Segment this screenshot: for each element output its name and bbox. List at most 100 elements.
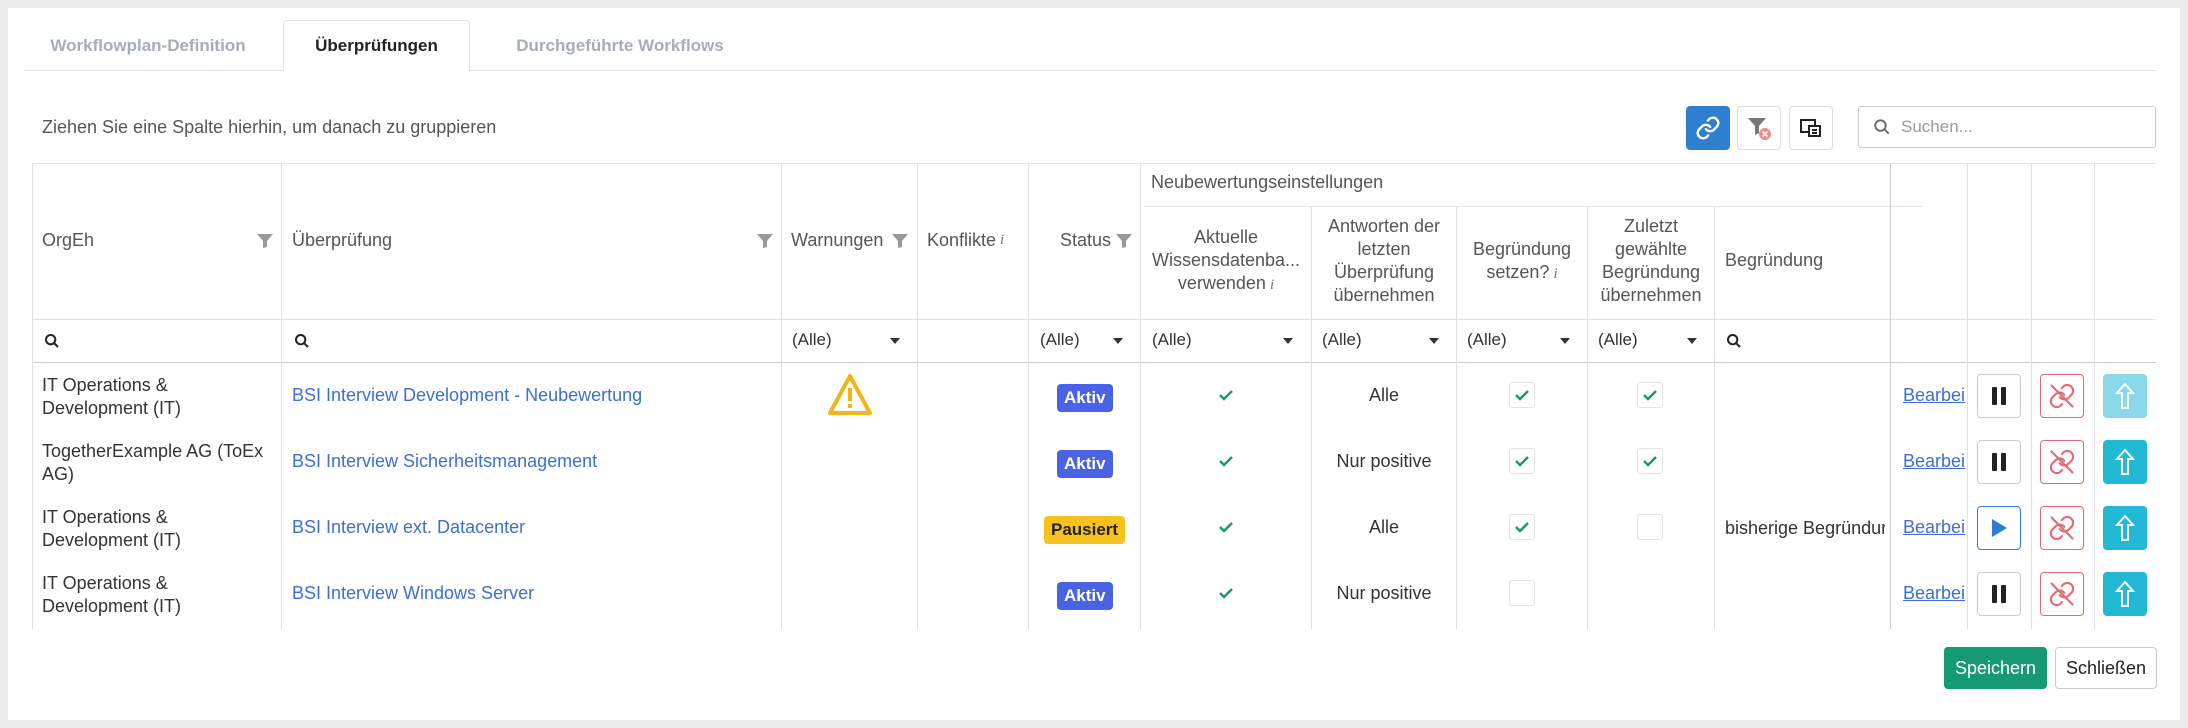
link-button[interactable] xyxy=(1686,106,1730,150)
column-header-status[interactable]: Status xyxy=(1060,230,1111,251)
check-icon xyxy=(1219,390,1233,401)
filter-icon[interactable] xyxy=(757,234,773,248)
play-button[interactable] xyxy=(1977,506,2021,550)
unlink-icon xyxy=(2049,581,2075,607)
check-icon xyxy=(1515,456,1529,467)
filter-input-ueberpruefung[interactable] xyxy=(312,324,772,358)
column-group-neubewertungseinstellungen: Neubewertungseinstellungen xyxy=(1151,172,1384,192)
search-input[interactable] xyxy=(1901,117,2141,137)
filter-select-antworten[interactable]: (Alle) xyxy=(1322,330,1362,350)
status-badge: Aktiv xyxy=(1057,384,1113,412)
filter-icon[interactable] xyxy=(1116,234,1132,248)
checkbox-aktuelle xyxy=(1213,448,1239,474)
search-icon xyxy=(45,334,59,348)
unlink-button[interactable] xyxy=(2040,572,2084,616)
antworten-cell: Alle xyxy=(1368,385,1399,405)
promote-button[interactable] xyxy=(2103,440,2147,484)
info-icon: i xyxy=(1553,266,1558,282)
close-button[interactable]: Schließen xyxy=(2055,647,2157,689)
promote-button[interactable] xyxy=(2103,506,2147,550)
promote-button[interactable] xyxy=(2103,374,2147,418)
column-header-aktuelle[interactable]: Aktuelle Wissensdatenba... verwenden i xyxy=(1141,226,1311,297)
clear-filter-button[interactable] xyxy=(1737,106,1781,150)
checkbox-begruendung-setzen[interactable] xyxy=(1509,580,1535,606)
chevron-down-icon xyxy=(1113,338,1123,344)
checkbox-begruendung-setzen[interactable] xyxy=(1509,382,1535,408)
column-header-zuletzt-gewaehlte[interactable]: Zuletzt gewählte Begründung übernehmen xyxy=(1588,215,1714,307)
pruefung-link[interactable]: BSI Interview ext. Datacenter xyxy=(292,517,525,538)
filter-input-orgeh[interactable] xyxy=(62,324,272,358)
checkbox-aktuelle xyxy=(1213,514,1239,540)
column-header-begruendung[interactable]: Begründung xyxy=(1725,250,1823,271)
status-badge: Aktiv xyxy=(1057,582,1113,610)
unlink-button[interactable] xyxy=(2040,440,2084,484)
check-icon xyxy=(1643,390,1657,401)
column-header-konflikte[interactable]: Konflikte i xyxy=(927,230,1004,251)
unlink-button[interactable] xyxy=(2040,506,2084,550)
edit-link[interactable]: Bearbei xyxy=(1903,583,1966,604)
checkbox-begruendung-setzen[interactable] xyxy=(1509,514,1535,540)
tab-bar: Workflowplan-Definition Überprüfungen Du… xyxy=(24,12,2156,72)
unlink-button[interactable] xyxy=(2040,374,2084,418)
filter-icon[interactable] xyxy=(257,234,273,248)
orgeh-cell: IT Operations & Development (IT) xyxy=(42,507,182,550)
edit-link[interactable]: Bearbei xyxy=(1903,517,1966,538)
filter-select-warnungen[interactable]: (Alle) xyxy=(792,330,832,350)
pause-icon xyxy=(1992,453,2006,471)
filter-input-begruendung[interactable] xyxy=(1744,324,1884,358)
filter-select-begruendung-setzen[interactable]: (Alle) xyxy=(1467,330,1507,350)
arrow-up-icon xyxy=(2115,514,2135,541)
arrow-up-icon xyxy=(2115,580,2135,607)
pause-button[interactable] xyxy=(1977,572,2021,616)
status-badge: Aktiv xyxy=(1057,450,1113,478)
checkbox-zuletzt[interactable] xyxy=(1637,448,1663,474)
pruefung-link[interactable]: BSI Interview Development - Neubewertung xyxy=(292,385,642,406)
check-icon xyxy=(1219,522,1233,533)
tab-durchgefuehrte-workflows[interactable]: Durchgeführte Workflows xyxy=(480,20,760,72)
filter-select-aktuelle[interactable]: (Alle) xyxy=(1152,330,1192,350)
pruefung-link[interactable]: BSI Interview Windows Server xyxy=(292,583,534,604)
filter-select-zuletzt[interactable]: (Alle) xyxy=(1598,330,1638,350)
pause-icon xyxy=(1992,387,2006,405)
checkbox-zuletzt[interactable] xyxy=(1637,382,1663,408)
checkbox-zuletzt[interactable] xyxy=(1637,514,1663,540)
edit-link[interactable]: Bearbei xyxy=(1903,385,1966,406)
begruendung-cell: bisherige Begründung xyxy=(1725,518,1885,538)
column-header-ueberpruefung[interactable]: Überprüfung xyxy=(292,230,392,251)
check-icon xyxy=(1219,456,1233,467)
check-icon xyxy=(1219,588,1233,599)
chevron-down-icon xyxy=(890,338,900,344)
filter-select-status[interactable]: (Alle) xyxy=(1040,330,1080,350)
info-icon: i xyxy=(1269,277,1275,293)
pause-button[interactable] xyxy=(1977,440,2021,484)
play-icon xyxy=(1992,519,2007,537)
check-icon xyxy=(1515,390,1529,401)
tab-workflowplan-definition[interactable]: Workflowplan-Definition xyxy=(24,20,272,72)
column-header-orgeh[interactable]: OrgEh xyxy=(42,230,94,251)
antworten-cell: Alle xyxy=(1368,517,1399,537)
checkbox-aktuelle xyxy=(1213,382,1239,408)
checkbox-begruendung-setzen[interactable] xyxy=(1509,448,1535,474)
promote-button[interactable] xyxy=(2103,572,2147,616)
column-header-warnungen[interactable]: Warnungen xyxy=(791,230,883,251)
pruefung-link[interactable]: BSI Interview Sicherheitsmanagement xyxy=(292,451,597,472)
edit-link[interactable]: Bearbei xyxy=(1903,451,1966,472)
column-header-begruendung-setzen[interactable]: Begründung setzen? i xyxy=(1457,238,1587,286)
tab-ueberpruefungen[interactable]: Überprüfungen xyxy=(283,20,470,72)
search-box[interactable] xyxy=(1858,106,2156,148)
column-chooser-button[interactable] xyxy=(1789,106,1833,150)
arrow-up-icon xyxy=(2115,382,2135,409)
chevron-down-icon xyxy=(1429,338,1439,344)
orgeh-cell: TogetherExample AG (ToEx AG) xyxy=(42,441,264,484)
unlink-icon xyxy=(2049,515,2075,541)
pause-icon xyxy=(1992,585,2006,603)
column-chooser-icon xyxy=(1800,119,1821,137)
chevron-down-icon xyxy=(1687,338,1697,344)
filter-icon[interactable] xyxy=(892,234,908,248)
save-button[interactable]: Speichern xyxy=(1944,647,2047,689)
orgeh-cell: IT Operations & Development (IT) xyxy=(42,375,182,418)
column-header-antworten[interactable]: Antworten der letzten Überprüfung überne… xyxy=(1312,215,1456,307)
chevron-down-icon xyxy=(1283,338,1293,344)
info-icon: i xyxy=(1000,232,1005,248)
pause-button[interactable] xyxy=(1977,374,2021,418)
